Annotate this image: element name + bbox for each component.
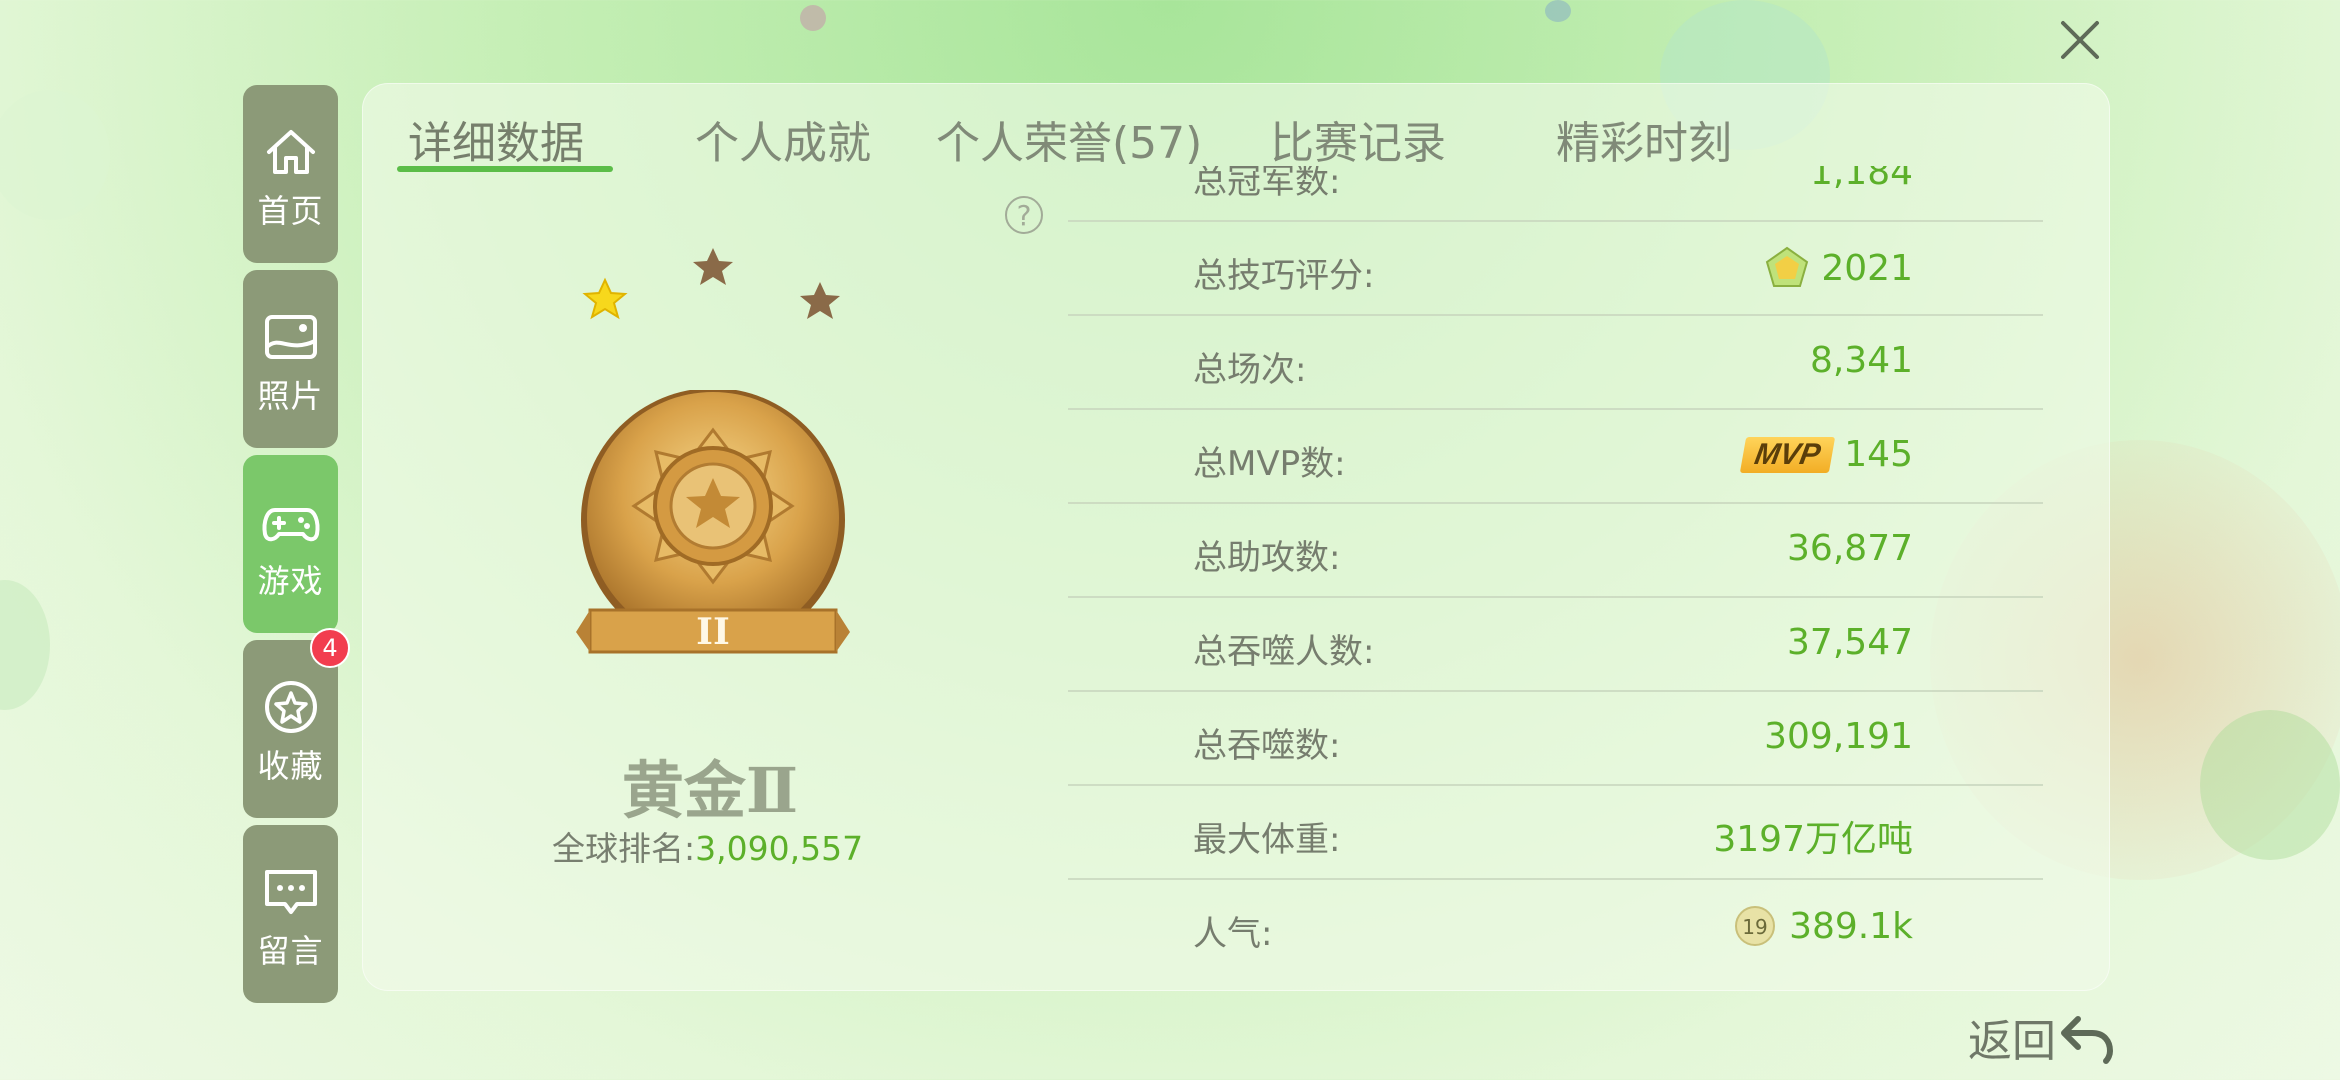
notification-badge: 4	[310, 628, 350, 668]
sidebar-item-label: 留言	[257, 932, 324, 970]
sidebar-item-label: 照片	[257, 377, 324, 415]
sidebar-item-favorites[interactable]: 收藏 4	[243, 628, 350, 818]
tab-honors[interactable]: 个人荣誉(57)	[936, 107, 1202, 171]
stat-label: 最大体重:	[1193, 820, 1341, 860]
stat-label: 总助攻数:	[1193, 538, 1341, 578]
sidebar-item-label: 收藏	[257, 747, 324, 785]
stat-value: 309,191	[1764, 716, 1913, 757]
global-rank-label: 全球排名:	[552, 829, 696, 868]
mvp-tag: MVP	[1740, 436, 1836, 473]
stat-row-max-weight: 最大体重: 3197万亿吨	[1068, 786, 2043, 880]
stat-value: 3197万亿吨	[1713, 819, 1913, 860]
rank-stars	[582, 248, 840, 320]
svg-text:II: II	[696, 611, 730, 653]
stat-row-total-matches: 总场次: 8,341	[1068, 316, 2043, 410]
stat-value: 1,184	[1809, 166, 1913, 193]
help-icon[interactable]: ?	[1005, 196, 1043, 234]
tab-achievements[interactable]: 个人成就	[695, 107, 871, 171]
gamepad-icon	[262, 508, 319, 542]
tab-highlights[interactable]: 精彩时刻	[1556, 107, 1732, 171]
sidebar-item-photos[interactable]: 照片	[243, 270, 338, 448]
stat-row-assists: 总助攻数: 36,877	[1068, 504, 2043, 598]
stat-label: 总技巧评分:	[1193, 256, 1375, 296]
global-rank-value: 3,090,557	[695, 829, 864, 868]
stat-row-skill-score: 总技巧评分: 2021	[1068, 222, 2043, 316]
close-icon	[2061, 21, 2099, 59]
close-button[interactable]	[2055, 15, 2105, 65]
back-button[interactable]: 返回	[1968, 1005, 2116, 1069]
stat-row-players-eaten: 总吞噬人数: 37,547	[1068, 598, 2043, 692]
star-empty-icon	[693, 248, 733, 285]
stat-value: 19 389.1k	[1733, 904, 1913, 948]
message-icon	[264, 870, 317, 914]
stat-label: 总吞噬数:	[1193, 726, 1341, 766]
tab-detailed-data[interactable]: 详细数据	[408, 107, 584, 171]
stat-label: 总吞噬人数:	[1193, 632, 1375, 672]
star-badge-icon	[264, 681, 317, 733]
stat-row-total-eaten: 总吞噬数: 309,191	[1068, 692, 2043, 786]
star-empty-icon	[800, 282, 840, 319]
sidebar-item-label: 首页	[257, 192, 324, 230]
global-rank: 全球排名:3,090,557	[552, 822, 863, 870]
sidebar-item-games[interactable]: 游戏	[243, 455, 338, 633]
stat-label: 总场次:	[1193, 350, 1307, 390]
photo-icon	[264, 315, 317, 359]
stats-list[interactable]: 总冠军数: 1,184 总技巧评分: 2021 总场次: 8,341 总MVP数…	[1068, 166, 2043, 983]
tab-match-records[interactable]: 比赛记录	[1270, 107, 1446, 171]
sidebar-item-label: 游戏	[257, 562, 324, 600]
stat-row-mvp: 总MVP数: MVP 145	[1068, 410, 2043, 504]
stat-value: 37,547	[1787, 622, 1913, 663]
popularity-level-icon: 19	[1735, 906, 1776, 946]
stat-label: 人气:	[1193, 914, 1273, 954]
stat-value: MVP 145	[1740, 434, 1913, 475]
stat-label: 总MVP数:	[1193, 444, 1346, 484]
active-tab-indicator	[397, 166, 613, 172]
back-arrow-icon	[2061, 1016, 2114, 1064]
stat-value: 36,877	[1787, 528, 1913, 569]
rank-medal: II	[570, 240, 890, 680]
star-filled-icon	[582, 277, 628, 320]
sidebar-item-messages[interactable]: 留言	[243, 825, 338, 1003]
stat-value: 2021	[1765, 246, 1913, 290]
stat-row-popularity: 人气: 19 389.1k	[1068, 880, 2043, 974]
rank-name: 黄金Ⅱ	[621, 754, 799, 827]
stat-row-championships: 总冠军数: 1,184	[1068, 166, 2043, 222]
home-icon	[266, 130, 315, 174]
svg-text:19: 19	[1742, 915, 1767, 939]
sidebar-item-home[interactable]: 首页	[243, 85, 338, 263]
back-label: 返回	[1968, 1016, 2056, 1067]
stat-label: 总冠军数:	[1193, 166, 1341, 202]
skill-pentagon-icon	[1766, 246, 1809, 287]
stat-value: 8,341	[1809, 340, 1913, 381]
gold-medal-icon: II	[576, 390, 850, 654]
